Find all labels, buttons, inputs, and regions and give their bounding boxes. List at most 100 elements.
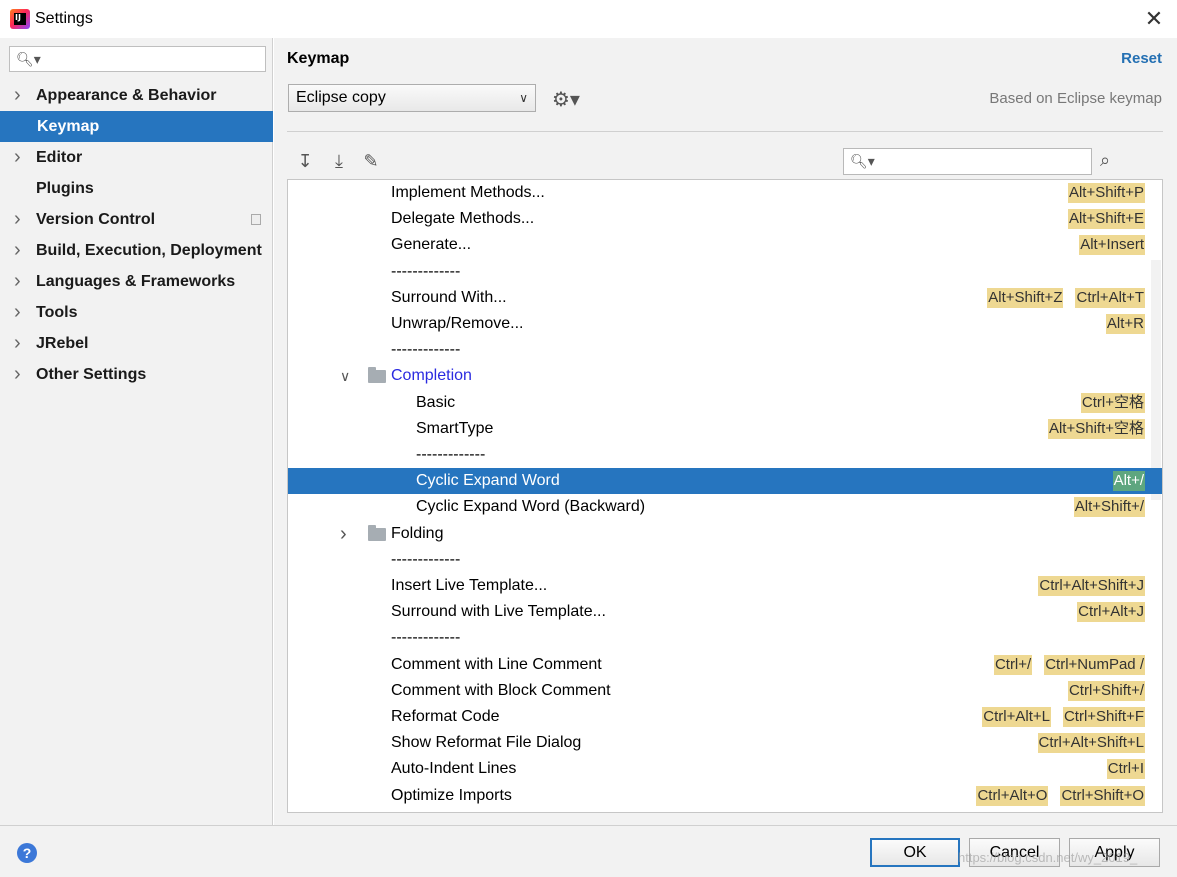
- expand-all-icon[interactable]: ↧: [294, 150, 316, 172]
- find-actions-input[interactable]: 🔍︎▾: [843, 148, 1092, 175]
- shortcut-badge: Ctrl+Shift+F: [1062, 707, 1145, 727]
- action-label: Cyclic Expand Word (Backward): [416, 498, 646, 516]
- action-label: Comment with Line Comment: [391, 655, 602, 673]
- sidebar-item-label: Keymap: [37, 118, 100, 135]
- collapse-all-icon[interactable]: ⤓: [328, 150, 350, 172]
- shortcut-badge: Ctrl+Alt+L: [982, 707, 1051, 727]
- shortcut-list: Alt+Shift+空格: [1047, 418, 1145, 439]
- tree-row[interactable]: SmartType Alt+Shift+空格: [288, 416, 1162, 442]
- shortcut-list: Alt+Shift+/: [1073, 497, 1145, 518]
- tree-row[interactable]: Insert Live Template... Ctrl+Alt+Shift+J: [288, 573, 1162, 599]
- shortcut-list: Ctrl+Alt+O Ctrl+Shift+O: [976, 785, 1145, 806]
- ok-button[interactable]: OK: [870, 838, 960, 867]
- shortcut-badge: Ctrl+Alt+J: [1077, 602, 1145, 623]
- shortcut-badge: Alt+Shift+E: [1067, 209, 1145, 230]
- sidebar-item-build-execution-deployment[interactable]: › Build, Execution, Deployment: [0, 235, 273, 266]
- reset-link[interactable]: Reset: [1121, 50, 1162, 67]
- action-label: Surround with Live Template...: [391, 603, 606, 621]
- action-label: -------------: [391, 629, 461, 647]
- chevron-right-icon[interactable]: ›: [340, 521, 347, 547]
- tree-row[interactable]: Unwrap/Remove... Alt+R: [288, 311, 1162, 337]
- chevron-right-icon[interactable]: ›: [14, 142, 21, 173]
- tree-row[interactable]: -------------: [288, 259, 1162, 285]
- help-icon[interactable]: ?: [17, 843, 37, 863]
- shortcut-list: Alt+R: [1105, 314, 1145, 334]
- sidebar-item-plugins[interactable]: Plugins: [0, 173, 273, 204]
- chevron-right-icon[interactable]: ›: [14, 359, 21, 390]
- shortcut-badge: Alt+Shift+Z: [987, 287, 1064, 308]
- tree-row[interactable]: -------------: [288, 337, 1162, 363]
- sidebar-item-jrebel[interactable]: › JRebel: [0, 328, 273, 359]
- keymap-select[interactable]: Eclipse copy ∨: [288, 84, 536, 112]
- action-label: Optimize Imports: [391, 786, 512, 804]
- tree-row[interactable]: Surround With... Alt+Shift+Z Ctrl+Alt+T: [288, 285, 1162, 311]
- sidebar-item-appearance-behavior[interactable]: › Appearance & Behavior: [0, 80, 273, 111]
- tree-row[interactable]: Reformat Code Ctrl+Alt+L Ctrl+Shift+F: [288, 704, 1162, 730]
- tree-row[interactable]: Auto-Indent Lines Ctrl+I: [288, 756, 1162, 782]
- sidebar-item-label: JRebel: [36, 335, 89, 352]
- tree-row[interactable]: Surround with Live Template... Ctrl+Alt+J: [288, 599, 1162, 625]
- sidebar-item-keymap[interactable]: Keymap: [0, 111, 273, 142]
- watermark: https://blog.csdn.net/wy_2019_: [958, 850, 1138, 865]
- action-label: Insert Live Template...: [391, 577, 548, 594]
- tree-row[interactable]: Cyclic Expand Word (Backward) Alt+Shift+/: [288, 494, 1162, 520]
- project-copy-icon: [251, 214, 261, 225]
- tree-group-row[interactable]: ∨ Completion: [288, 363, 1162, 389]
- intellij-idea-icon: IJ: [10, 9, 30, 29]
- page-title: Keymap: [287, 50, 350, 67]
- chevron-right-icon[interactable]: ›: [14, 204, 21, 235]
- shortcut-badge: Ctrl+Shift+O: [1060, 785, 1145, 806]
- sidebar-item-label: Build, Execution, Deployment: [36, 242, 262, 259]
- shortcut-list: Alt+Shift+E: [1067, 209, 1145, 230]
- tree-row[interactable]: Basic Ctrl+空格: [288, 390, 1162, 416]
- tree-row[interactable]: -------------: [288, 547, 1162, 573]
- action-label: SmartType: [416, 419, 494, 437]
- tree-group-row[interactable]: › Folding: [288, 521, 1162, 547]
- edit-pencil-icon[interactable]: ✎: [360, 150, 382, 172]
- shortcut-list: Ctrl+Alt+L Ctrl+Shift+F: [982, 707, 1145, 727]
- shortcut-badge: Ctrl+Alt+Shift+J: [1038, 576, 1145, 596]
- chevron-right-icon[interactable]: ›: [14, 328, 21, 359]
- sidebar-item-label: Languages & Frameworks: [36, 273, 236, 290]
- action-label: -------------: [391, 341, 461, 359]
- settings-sidebar: 🔍︎▾ › Appearance & Behavior Keymap › Editor P…: [0, 38, 273, 825]
- close-icon[interactable]: ✕: [1141, 6, 1167, 32]
- action-label: Comment with Block Comment: [391, 681, 611, 699]
- chevron-right-icon[interactable]: ›: [14, 297, 21, 328]
- sidebar-item-version-control[interactable]: › Version Control: [0, 204, 273, 235]
- action-label: Reformat Code: [391, 708, 500, 725]
- tree-row[interactable]: Show Reformat File Dialog Ctrl+Alt+Shift+…: [288, 730, 1162, 756]
- gear-icon[interactable]: ⚙▾: [552, 87, 580, 112]
- tree-row[interactable]: Delegate Methods... Alt+Shift+E: [288, 206, 1162, 232]
- chevron-right-icon[interactable]: ›: [14, 80, 21, 111]
- shortcut-badge: Alt+Shift+/: [1073, 497, 1145, 518]
- sidebar-item-label: Version Control: [36, 211, 156, 228]
- tree-row[interactable]: Cyclic Expand Word Alt+/: [288, 468, 1162, 495]
- sidebar-item-label: Editor: [36, 149, 83, 166]
- chevron-down-icon[interactable]: ∨: [340, 363, 350, 389]
- search-icon: 🔍︎▾: [16, 51, 41, 67]
- tree-row[interactable]: -------------: [288, 442, 1162, 468]
- keymap-tree[interactable]: Implement Methods... Alt+Shift+P Delegate …: [287, 179, 1163, 813]
- chevron-right-icon[interactable]: ›: [14, 266, 21, 297]
- tree-row[interactable]: Generate... Alt+Insert: [288, 232, 1162, 258]
- shortcut-list: Alt+Insert: [1079, 235, 1145, 256]
- sidebar-item-tools[interactable]: › Tools: [0, 297, 273, 328]
- sidebar-item-editor[interactable]: › Editor: [0, 142, 273, 173]
- action-label: Folding: [391, 524, 444, 542]
- tree-row[interactable]: -------------: [288, 625, 1162, 651]
- shortcut-list: Ctrl+Alt+Shift+J: [1038, 576, 1145, 596]
- sidebar-item-languages-frameworks[interactable]: › Languages & Frameworks: [0, 266, 273, 297]
- window-title: Settings: [35, 10, 93, 27]
- sidebar-item-other-settings[interactable]: › Other Settings: [0, 359, 273, 390]
- shortcut-badge: Ctrl+Shift+/: [1067, 680, 1145, 701]
- tree-row[interactable]: Comment with Block Comment Ctrl+Shift+/: [288, 678, 1162, 704]
- tree-row[interactable]: Optimize Imports Ctrl+Alt+O Ctrl+Shift+O: [288, 783, 1162, 809]
- tree-row[interactable]: Implement Methods... Alt+Shift+P: [288, 180, 1162, 206]
- shortcut-list: Ctrl+I: [1106, 759, 1145, 780]
- chevron-right-icon[interactable]: ›: [14, 235, 21, 266]
- shortcut-list: Ctrl+Alt+Shift+L: [1037, 733, 1145, 754]
- find-by-shortcut-icon[interactable]: ⌕: [1100, 150, 1110, 171]
- tree-row[interactable]: Comment with Line Comment Ctrl+/ Ctrl+NumP…: [288, 652, 1162, 678]
- sidebar-search-input[interactable]: 🔍︎▾: [9, 46, 266, 72]
